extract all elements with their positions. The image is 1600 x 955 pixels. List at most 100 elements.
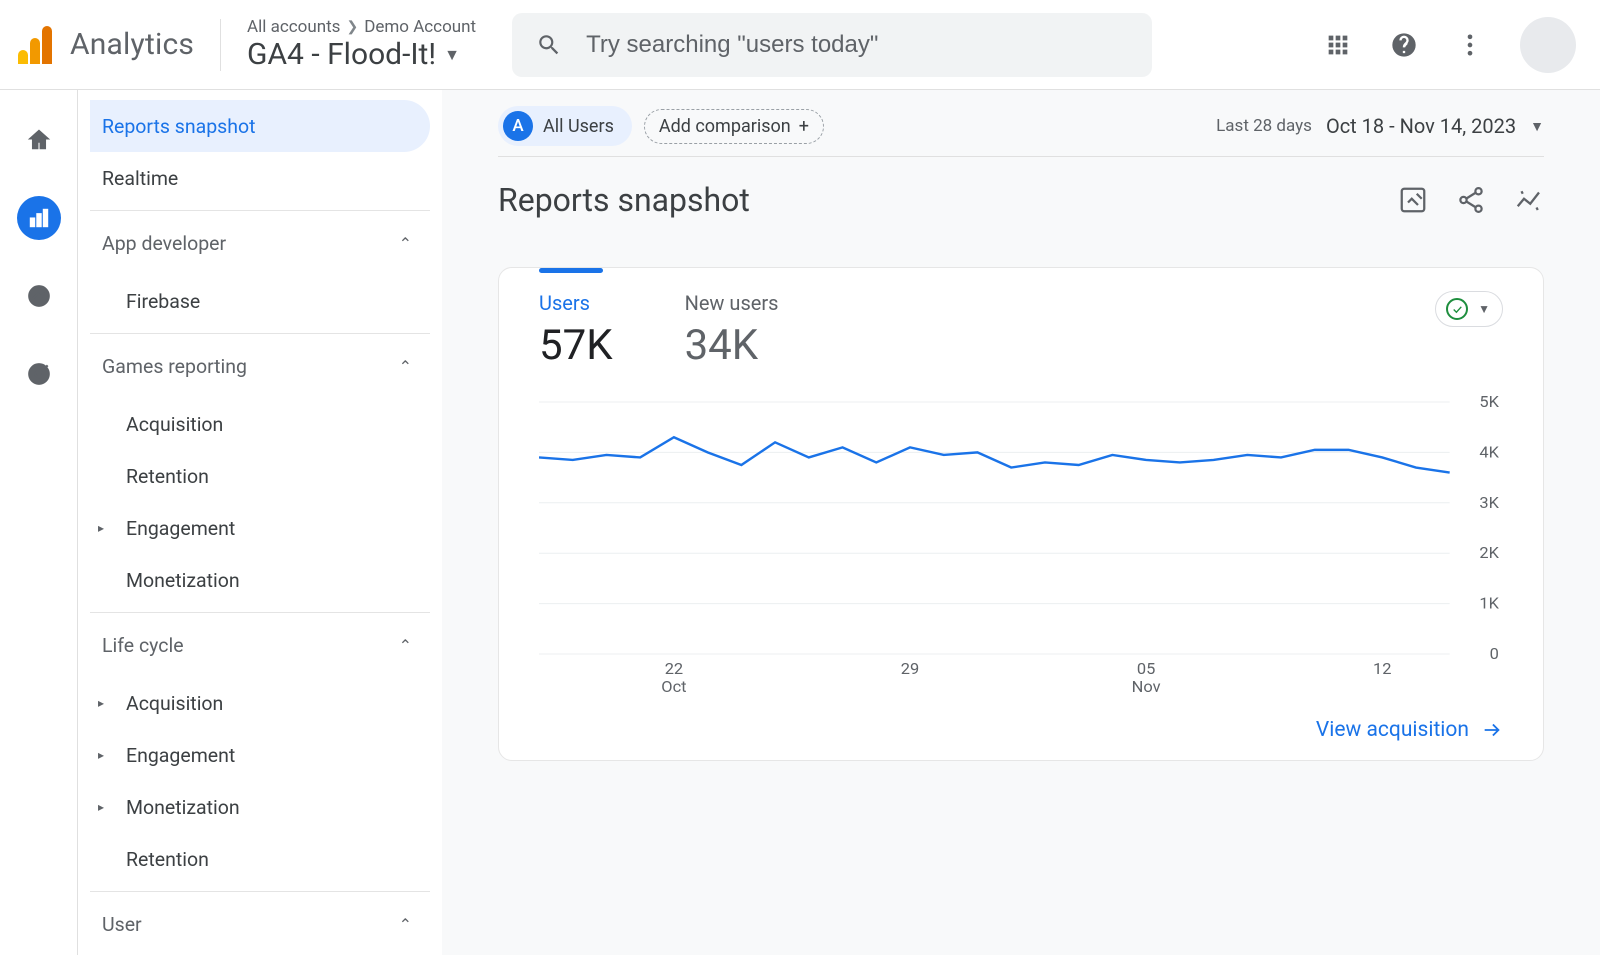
svg-text:0: 0 [1490, 644, 1499, 663]
sidebar-section-games-reporting[interactable]: Games reporting ⌃ [90, 334, 430, 398]
rail-explore[interactable] [17, 274, 61, 318]
caret-down-icon: ▼ [1478, 302, 1490, 316]
metric-value: 34K [685, 321, 779, 370]
sidebar-item-lc-acquisition[interactable]: ▸ Acquisition [90, 677, 430, 729]
sidebar-item-label: Retention [126, 848, 209, 871]
topbar: Analytics All accounts ❯ Demo Account GA… [0, 0, 1600, 90]
plus-icon: + [799, 116, 809, 137]
check-circle-icon [1446, 298, 1468, 320]
users-trend-chart: 5K4K3K2K1K022Oct2905Nov12 [539, 396, 1503, 696]
data-quality-chip[interactable]: ▼ [1435, 291, 1503, 327]
sidebar-section-user[interactable]: User ⌃ [90, 892, 430, 955]
sidebar-item-monetization[interactable]: Monetization [90, 554, 430, 606]
caret-down-icon: ▼ [444, 45, 460, 65]
sidebar-section-label: Games reporting [102, 355, 247, 378]
breadcrumb-root: All accounts [247, 17, 340, 37]
avatar[interactable] [1520, 17, 1576, 73]
breadcrumb: All accounts ❯ Demo Account [247, 17, 476, 37]
svg-text:29: 29 [901, 659, 919, 678]
sidebar: Reports snapshot Realtime App developer … [78, 90, 442, 955]
date-range-picker[interactable]: Last 28 days Oct 18 - Nov 14, 2023 ▼ [1216, 114, 1544, 138]
comparison-segments: A All Users Add comparison + [498, 106, 824, 146]
analytics-logo-icon [18, 26, 52, 64]
segment-all-users[interactable]: A All Users [498, 106, 632, 146]
date-range-label: Last 28 days [1216, 116, 1312, 136]
share-icon[interactable] [1456, 185, 1486, 215]
svg-text:12: 12 [1373, 659, 1391, 678]
triangle-right-icon: ▸ [98, 748, 104, 762]
vertical-divider [220, 19, 221, 71]
sidebar-section-life-cycle[interactable]: Life cycle ⌃ [90, 613, 430, 677]
search-icon [536, 32, 562, 58]
svg-text:4K: 4K [1479, 443, 1499, 462]
chevron-up-icon: ⌃ [399, 915, 412, 934]
sidebar-item-label: Firebase [126, 290, 200, 313]
metric-label: New users [685, 291, 779, 315]
breadcrumb-account: Demo Account [364, 17, 476, 37]
active-tab-underline [539, 268, 603, 273]
date-range-text: Oct 18 - Nov 14, 2023 [1326, 114, 1516, 138]
sidebar-item-lc-engagement[interactable]: ▸ Engagement [90, 729, 430, 781]
svg-text:Nov: Nov [1132, 677, 1161, 696]
search-box[interactable] [512, 13, 1152, 77]
sidebar-item-label: Monetization [126, 796, 240, 819]
segment-label: All Users [543, 116, 614, 137]
view-link-label: View acquisition [1316, 718, 1469, 742]
sidebar-item-retention[interactable]: Retention [90, 450, 430, 502]
sidebar-item-label: Retention [126, 465, 209, 488]
sidebar-item-realtime[interactable]: Realtime [90, 152, 430, 204]
more-menu-icon[interactable] [1454, 29, 1486, 61]
sidebar-section-label: Life cycle [102, 634, 184, 657]
sidebar-item-label: Monetization [126, 569, 240, 592]
property-switcher[interactable]: All accounts ❯ Demo Account GA4 - Flood-… [247, 17, 476, 72]
nav-rail [0, 90, 78, 955]
sidebar-item-label: Reports snapshot [102, 115, 256, 138]
sidebar-section-label: App developer [102, 232, 226, 255]
arrow-right-icon [1481, 719, 1503, 741]
chevron-up-icon: ⌃ [399, 234, 412, 253]
rail-home[interactable] [17, 118, 61, 162]
triangle-right-icon: ▸ [98, 800, 104, 814]
sidebar-item-label: Acquisition [126, 413, 223, 436]
brand-label: Analytics [70, 27, 194, 62]
svg-text:22: 22 [665, 659, 683, 678]
property-name: GA4 - Flood-It! [247, 37, 436, 72]
sidebar-item-label: Realtime [102, 167, 178, 190]
triangle-right-icon: ▸ [98, 521, 104, 535]
svg-text:2K: 2K [1479, 543, 1499, 562]
sidebar-item-lc-monetization[interactable]: ▸ Monetization [90, 781, 430, 833]
sidebar-item-label: Engagement [126, 517, 235, 540]
help-icon[interactable] [1388, 29, 1420, 61]
sidebar-item-engagement[interactable]: ▸ Engagement [90, 502, 430, 554]
insights-icon[interactable] [1514, 185, 1544, 215]
apps-icon[interactable] [1322, 29, 1354, 61]
rail-advertising[interactable] [17, 352, 61, 396]
chevron-up-icon: ⌃ [399, 636, 412, 655]
sidebar-item-firebase[interactable]: Firebase [90, 275, 430, 327]
view-acquisition-link[interactable]: View acquisition [1316, 718, 1503, 742]
metric-new-users[interactable]: New users 34K [685, 291, 779, 370]
add-comparison-label: Add comparison [659, 116, 791, 137]
triangle-right-icon: ▸ [98, 696, 104, 710]
chevron-up-icon: ⌃ [399, 357, 412, 376]
rail-reports[interactable] [17, 196, 61, 240]
sidebar-item-lc-retention[interactable]: Retention [90, 833, 430, 885]
sidebar-section-label: User [102, 913, 142, 936]
sidebar-item-reports-snapshot[interactable]: Reports snapshot [90, 100, 430, 152]
caret-down-icon: ▼ [1530, 118, 1544, 135]
svg-text:1K: 1K [1479, 594, 1499, 613]
add-comparison-button[interactable]: Add comparison + [644, 109, 824, 144]
sidebar-item-acquisition[interactable]: Acquisition [90, 398, 430, 450]
metric-label: Users [539, 291, 613, 315]
search-input[interactable] [586, 31, 1128, 59]
metric-users[interactable]: Users 57K [539, 291, 613, 370]
sidebar-item-label: Acquisition [126, 692, 223, 715]
metric-value: 57K [539, 321, 613, 370]
svg-text:5K: 5K [1479, 396, 1499, 411]
customize-report-icon[interactable] [1398, 185, 1428, 215]
overview-card: Users 57K New users 34K ▼ [498, 267, 1544, 761]
sidebar-section-app-developer[interactable]: App developer ⌃ [90, 211, 430, 275]
svg-text:Oct: Oct [661, 677, 686, 696]
svg-text:3K: 3K [1479, 493, 1499, 512]
sidebar-item-label: Engagement [126, 744, 235, 767]
